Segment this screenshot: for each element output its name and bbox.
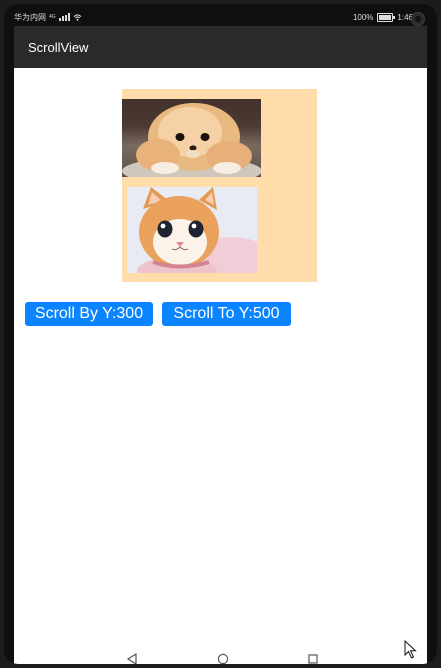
home-icon[interactable] [217,653,229,664]
mouse-cursor-icon [404,640,417,659]
orange-kitten-photo [127,187,257,273]
recent-apps-icon[interactable] [307,653,319,664]
app-title: ScrollView [28,39,89,55]
status-bar: 华为内网 4G 100% 1:46 [14,8,431,26]
app-bar: ScrollView [14,26,427,68]
navigation-bar [14,648,427,664]
back-icon[interactable] [126,653,138,664]
pomeranian-dog-photo [122,99,261,177]
device-frame: 华为内网 4G 100% 1:46 ScrollView Scroll By Y… [4,4,437,664]
battery-icon [377,12,396,22]
battery-percent: 100% [352,12,374,22]
carrier-label: 华为内网 [14,12,46,22]
status-left: 华为内网 4G [14,12,82,23]
camera-icon [411,12,425,26]
scroll-to-button[interactable]: Scroll To Y:500 [162,302,291,326]
scroll-view[interactable] [122,89,317,282]
wifi-icon [73,13,82,21]
signal-icon [58,13,70,21]
network-badge: 4G [49,14,56,20]
scroll-by-button[interactable]: Scroll By Y:300 [25,302,153,326]
content-area: Scroll By Y:300 Scroll To Y:500 [14,68,427,648]
